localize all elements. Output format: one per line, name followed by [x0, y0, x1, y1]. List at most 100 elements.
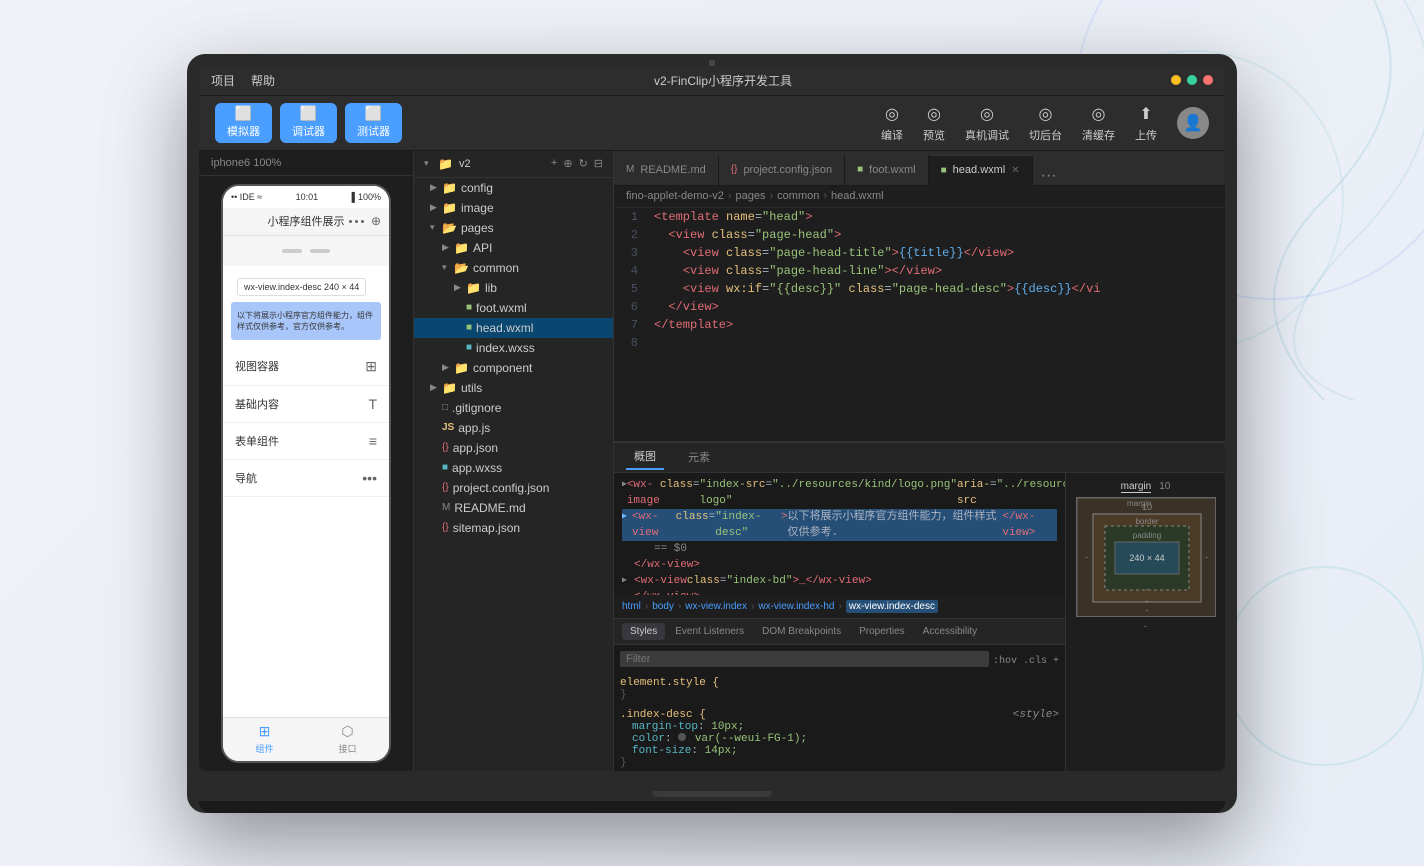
- tab-icon-project-config: {}: [731, 164, 738, 175]
- html-source[interactable]: ▶ <wx-image class="index-logo" src="../r…: [614, 473, 1065, 595]
- tree-item-app-js[interactable]: JS app.js: [414, 418, 613, 438]
- background-button[interactable]: ◎ 切后台: [1029, 103, 1062, 143]
- tab-more-button[interactable]: ···: [1033, 167, 1065, 185]
- file-icon-index-wxss: ■: [466, 342, 472, 353]
- styles-filter-input[interactable]: [620, 651, 989, 667]
- styles-tab-dom[interactable]: DOM Breakpoints: [754, 623, 849, 640]
- breadcrumb-item-1[interactable]: pages: [736, 190, 766, 202]
- device-debug-button[interactable]: ◎ 真机调试: [965, 103, 1009, 143]
- tree-arrow-common: ▾: [442, 262, 450, 273]
- tab-project-config[interactable]: {} project.config.json: [719, 155, 845, 185]
- tree-item-api[interactable]: ▶ 📁 API: [414, 238, 613, 258]
- box-model-tab-margin[interactable]: margin: [1121, 481, 1152, 493]
- phone-nav-item[interactable]: 基础内容 T: [223, 386, 389, 423]
- background-icon: ◎: [1035, 103, 1057, 125]
- upload-button[interactable]: ⬆ 上传: [1135, 103, 1157, 143]
- path-index[interactable]: wx-view.index: [685, 601, 747, 612]
- phone-status-right: ▌100%: [352, 192, 381, 202]
- compile-button[interactable]: ◎ 编译: [881, 103, 903, 143]
- tab-head-wxml[interactable]: ■ head.wxml ✕: [929, 155, 1033, 185]
- phone-tab-interface[interactable]: ⬡ 接口: [306, 723, 389, 755]
- folder-icon-utils: 📁: [442, 381, 457, 395]
- svg-text:-: -: [1145, 584, 1148, 594]
- file-icon-gitignore: □: [442, 402, 448, 413]
- maximize-button[interactable]: [1187, 75, 1197, 85]
- collapse-icon[interactable]: ⊟: [594, 157, 603, 170]
- tab-foot-wxml[interactable]: ■ foot.wxml: [845, 155, 929, 185]
- phone-nav-item[interactable]: 表单组件 ≡: [223, 423, 389, 460]
- breadcrumb-item-2[interactable]: common: [777, 190, 819, 202]
- file-tree-icons: + ⊕ ↻ ⊟: [551, 157, 603, 170]
- code-line-3: 3 <view class="page-head-title">{{title}…: [614, 244, 1225, 262]
- close-button[interactable]: [1203, 75, 1213, 85]
- minimize-button[interactable]: [1171, 75, 1181, 85]
- preview-button[interactable]: ◎ 预览: [923, 103, 945, 143]
- html-line: ▶ <wx-image class="index-logo" src="../r…: [622, 477, 1057, 509]
- tree-item-head-wxml[interactable]: ■ head.wxml: [414, 318, 613, 338]
- tree-item-project-config[interactable]: {} project.config.json: [414, 478, 613, 498]
- breadcrumb-item-3[interactable]: head.wxml: [831, 190, 884, 202]
- code-line-2: 2 <view class="page-head">: [614, 226, 1225, 244]
- path-body[interactable]: body: [652, 601, 674, 612]
- folder-icon-common: 📂: [454, 261, 469, 275]
- bottom-tab-overview[interactable]: 概图: [626, 444, 664, 470]
- menu-help[interactable]: 帮助: [251, 72, 275, 89]
- tree-item-app-wxss[interactable]: ■ app.wxss: [414, 458, 613, 478]
- menu-project[interactable]: 项目: [211, 72, 235, 89]
- tree-item-pages[interactable]: ▾ 📂 pages: [414, 218, 613, 238]
- tree-label-component: component: [473, 361, 532, 375]
- tree-item-readme[interactable]: M README.md: [414, 498, 613, 518]
- tree-arrow-pages: ▾: [430, 222, 438, 233]
- tree-item-utils[interactable]: ▶ 📁 utils: [414, 378, 613, 398]
- styles-tab-properties[interactable]: Properties: [851, 623, 913, 640]
- refresh-icon[interactable]: ↻: [579, 157, 588, 170]
- new-folder-icon[interactable]: ⊕: [563, 157, 572, 170]
- tree-item-image[interactable]: ▶ 📁 image: [414, 198, 613, 218]
- tab-icon-readme: M: [626, 164, 634, 175]
- tree-item-component[interactable]: ▶ 📁 component: [414, 358, 613, 378]
- user-avatar[interactable]: 👤: [1177, 107, 1209, 139]
- path-index-desc[interactable]: wx-view.index-desc: [846, 600, 938, 613]
- tester-icon: ⬜: [365, 107, 383, 121]
- clear-cache-button[interactable]: ◎ 清缓存: [1082, 103, 1115, 143]
- tab-readme[interactable]: M README.md: [614, 155, 719, 185]
- code-line-1: 1 <template name="head">: [614, 208, 1225, 226]
- tree-item-gitignore[interactable]: □ .gitignore: [414, 398, 613, 418]
- breadcrumb-item-0[interactable]: fino-applet-demo-v2: [626, 190, 724, 202]
- path-html[interactable]: html: [622, 601, 641, 612]
- new-file-icon[interactable]: +: [551, 157, 557, 170]
- file-tree-panel: ▾ 📁 v2 + ⊕ ↻ ⊟ ▶ 📁 con: [414, 151, 614, 771]
- styles-tab-accessibility[interactable]: Accessibility: [915, 623, 985, 640]
- bottom-tab-elements[interactable]: 元素: [680, 445, 718, 469]
- laptop-outer: 项目 帮助 v2-FinClip小程序开发工具 ⬜ 模拟器 ⬜ 调: [187, 54, 1237, 813]
- tree-item-common[interactable]: ▾ 📂 common: [414, 258, 613, 278]
- tree-arrow-root: ▾: [424, 158, 432, 169]
- clear-cache-icon: ◎: [1088, 103, 1110, 125]
- phone-tab-component[interactable]: ⊞ 组件: [223, 723, 306, 755]
- code-area[interactable]: 1 <template name="head"> 2 <view class="…: [614, 208, 1225, 441]
- tester-mode-button[interactable]: ⬜ 测试器: [345, 103, 402, 143]
- phone-nav-item[interactable]: 视图容器 ⊞: [223, 348, 389, 386]
- interface-tab-label: 接口: [338, 742, 356, 755]
- path-index-hd[interactable]: wx-view.index-hd: [758, 601, 834, 612]
- tab-close-head-wxml[interactable]: ✕: [1011, 165, 1019, 176]
- tree-label-head-wxml: head.wxml: [476, 321, 533, 335]
- tree-item-sitemap[interactable]: {} sitemap.json: [414, 518, 613, 538]
- tree-item-app-json[interactable]: {} app.json: [414, 438, 613, 458]
- file-icon-foot-wxml: ■: [466, 302, 472, 313]
- debugger-mode-button[interactable]: ⬜ 调试器: [280, 103, 337, 143]
- folder-icon-api: 📁: [454, 241, 469, 255]
- tree-item-config[interactable]: ▶ 📁 config: [414, 178, 613, 198]
- tree-item-index-wxss[interactable]: ■ index.wxss: [414, 338, 613, 358]
- toolbar: ⬜ 模拟器 ⬜ 调试器 ⬜ 测试器 ◎ 编译: [199, 96, 1225, 151]
- phone-nav-item[interactable]: 导航 •••: [223, 460, 389, 497]
- preview-icon: ◎: [923, 103, 945, 125]
- tree-item-foot-wxml[interactable]: ■ foot.wxml: [414, 298, 613, 318]
- styles-tab-event[interactable]: Event Listeners: [667, 623, 752, 640]
- component-tab-label: 组件: [255, 742, 273, 755]
- svg-text:padding: padding: [1132, 531, 1160, 540]
- tree-item-lib[interactable]: ▶ 📁 lib: [414, 278, 613, 298]
- styles-tab-styles[interactable]: Styles: [622, 623, 665, 640]
- phone-status-left: •• IDE ≈: [231, 192, 262, 202]
- simulator-mode-button[interactable]: ⬜ 模拟器: [215, 103, 272, 143]
